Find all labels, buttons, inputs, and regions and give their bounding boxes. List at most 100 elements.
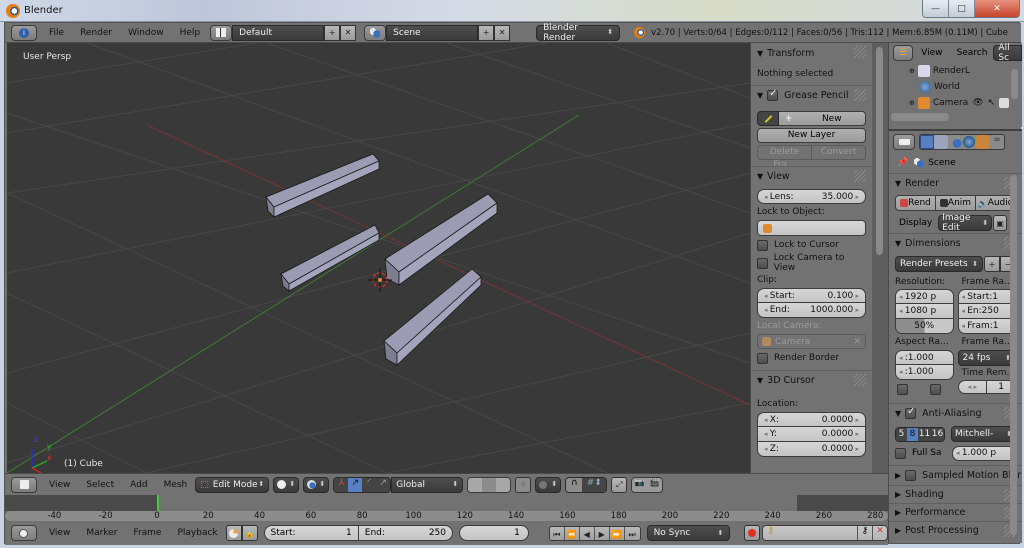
render-presets-dropdown[interactable]: Render Presets ⬍ — [895, 256, 983, 272]
lock-to-cursor-checkbox[interactable] — [757, 239, 768, 251]
jump-start-icon[interactable]: ⏮ — [549, 526, 565, 540]
current-frame-indicator[interactable] — [157, 495, 159, 511]
clip-start-field[interactable]: Start:0.100 — [757, 288, 866, 303]
cursor-y-field[interactable]: Y:0.0000 — [757, 427, 866, 442]
snap-element-icon[interactable]: #⬍ — [582, 477, 607, 492]
frame-end-field[interactable]: En:250 — [957, 304, 1016, 319]
manipulator-toggle-icon[interactable]: ⅄ — [334, 477, 349, 492]
timeline-start-field[interactable]: Start: 1 — [265, 526, 359, 540]
world-tab-icon[interactable] — [962, 135, 976, 149]
full-sample-checkbox[interactable] — [895, 447, 906, 459]
timeline-end-field[interactable]: End: 250 — [359, 526, 452, 540]
jump-end-icon[interactable]: ⏭ — [624, 526, 640, 540]
lock-to-cursor-row[interactable]: Lock to Cursor — [751, 236, 872, 254]
panel-render-header[interactable]: ▼ Render — [889, 173, 1022, 193]
add-scene-button[interactable]: + — [478, 24, 495, 41]
render-layers-tab-icon[interactable] — [934, 135, 948, 149]
scene-selector[interactable] — [364, 24, 387, 41]
remove-scene-button[interactable]: ✕ — [494, 24, 511, 41]
menu-render[interactable]: Render — [72, 28, 120, 38]
close-button[interactable]: ✕ — [975, 0, 1019, 17]
timeline-ruler[interactable] — [5, 511, 888, 521]
timeline-area[interactable]: -40 -20 0 20 40 60 80 100 120 140 160 180 200 220 240 2… — [5, 495, 888, 521]
cursor-z-field[interactable]: Z:0.0000 — [757, 442, 866, 457]
timeline-menu-marker[interactable]: Marker — [78, 528, 125, 538]
auto-keyframe-record-button[interactable] — [744, 525, 761, 541]
lock-time-cursor-button[interactable]: 🔒 — [241, 525, 258, 541]
expand-plus-icon[interactable]: ⊕ — [909, 99, 915, 107]
panel-grease-pencil-header[interactable]: ▼Grease Pencil — [751, 85, 872, 105]
resolution-y-field[interactable]: 1080 p — [895, 304, 954, 319]
panel-3d-cursor-header[interactable]: ▼ 3D Cursor — [751, 370, 872, 390]
panel-motion-blur-header[interactable]: ▶ Sampled Motion Blur — [889, 465, 1022, 485]
pin-icon[interactable]: 📌 — [897, 158, 908, 168]
add-layout-button[interactable]: + — [324, 24, 341, 41]
aa-sample-5[interactable]: 5 — [896, 427, 907, 441]
scale-manipulator-icon[interactable]: ↗ — [376, 477, 391, 492]
npanel-scrollbar-track[interactable] — [872, 43, 888, 473]
panel-shading-header[interactable]: ▶ Shading — [889, 485, 1022, 503]
clear-icon[interactable]: ✕ — [853, 337, 861, 347]
play-icon[interactable]: ▶ — [594, 526, 610, 540]
display-dropdown[interactable]: Image Edit ⬍ — [938, 213, 993, 233]
editor-type-timeline[interactable] — [11, 525, 37, 541]
aspect-x-field[interactable]: :1.000 — [895, 350, 954, 365]
aa-sample-11[interactable]: 11 — [918, 427, 931, 441]
occlude-geometry-button[interactable]: ⁘ — [515, 476, 532, 493]
mode-dropdown[interactable]: ⬚ Edit Mode ⬍ — [195, 476, 270, 493]
outliner-item-world[interactable]: World — [889, 79, 1022, 95]
view3d-menu-mesh[interactable]: Mesh — [156, 480, 196, 490]
render-toggle-icon[interactable] — [999, 98, 1010, 108]
scene-name[interactable]: Scene — [386, 24, 479, 41]
render-image-button[interactable]: Rend — [896, 196, 936, 210]
outliner-item-renderlayers[interactable]: ⊕ RenderL — [889, 63, 1022, 79]
remove-layout-button[interactable]: ✕ — [340, 24, 357, 41]
outliner-menu-view[interactable]: View — [913, 48, 950, 58]
crop-checkbox[interactable] — [930, 384, 941, 395]
editor-type-properties[interactable] — [893, 134, 915, 150]
panel-anti-aliasing-header[interactable]: ▼Anti-Aliasing — [889, 403, 1022, 423]
translate-manipulator-icon[interactable]: ↗ — [348, 477, 363, 492]
proportional-edit-dropdown[interactable]: ⬍ — [535, 476, 562, 493]
view3d-menu-add[interactable]: Add — [122, 480, 155, 490]
pencil-icon[interactable] — [757, 111, 779, 126]
panel-dimensions-header[interactable]: ▼ Dimensions — [889, 233, 1022, 253]
jump-keyframe-forward-icon[interactable]: ⏩ — [609, 526, 625, 540]
keying-set-field[interactable]: ⚷ ⚷ ✕ — [762, 525, 888, 541]
play-reverse-icon[interactable]: ◀ — [579, 526, 595, 540]
transform-snap-button[interactable]: ⤢ — [611, 476, 628, 493]
preview-range-button[interactable] — [225, 525, 242, 541]
cursor-x-field[interactable]: X:0.0000 — [757, 412, 866, 427]
aa-filter-dropdown[interactable]: Mitchell-⬍ — [951, 426, 1016, 442]
current-frame-field[interactable]: 1 — [459, 525, 529, 541]
local-camera-field[interactable]: Camera ✕ — [757, 334, 866, 349]
jump-keyframe-back-icon[interactable]: ⏪ — [564, 526, 580, 540]
editor-type-info[interactable]: i — [11, 24, 37, 41]
time-remap-fields[interactable]: ◂ ▸ 1 — [957, 380, 1016, 394]
render-border-checkbox[interactable] — [757, 352, 768, 364]
outliner-menu-search[interactable]: Search — [951, 48, 994, 58]
lens-field[interactable]: Lens:35.000 — [757, 189, 866, 204]
select-arrow-icon[interactable]: ↖ — [988, 98, 996, 108]
npanel-scrollbar-thumb[interactable] — [876, 47, 883, 255]
insert-keyframe-icon[interactable]: ⚷ — [856, 526, 872, 540]
menu-help[interactable]: Help — [172, 28, 209, 38]
snap-magnet-icon[interactable]: ∩ — [566, 477, 583, 492]
scene-tab-icon[interactable] — [948, 135, 962, 149]
timeline-menu-playback[interactable]: Playback — [169, 528, 225, 538]
aa-sample-8[interactable]: 8 — [907, 427, 918, 441]
add-preset-button[interactable]: + — [984, 256, 1000, 272]
fps-dropdown[interactable]: 24 fps ⬍ — [957, 350, 1016, 366]
pivot-point-dropdown[interactable]: ⬍ — [303, 476, 330, 493]
timeline-menu-frame[interactable]: Frame — [125, 528, 169, 538]
mesh-objects[interactable] — [265, 153, 498, 366]
aa-filter-size-field[interactable]: 1.000 p — [952, 445, 1016, 461]
expand-plus-icon[interactable]: ⊕ — [909, 67, 915, 75]
panel-transform-header[interactable]: ▼ Transform — [751, 43, 872, 63]
panel-post-processing-header[interactable]: ▶ Post Processing — [889, 521, 1022, 539]
opengl-render-image-icon[interactable]: 📷 — [632, 477, 648, 492]
editor-type-3d-view[interactable] — [11, 476, 37, 493]
delete-frame-button[interactable]: Delete Fra... — [758, 146, 812, 170]
editor-type-outliner[interactable]: ☰ — [893, 45, 914, 61]
convert-button[interactable]: Convert — [812, 146, 865, 159]
